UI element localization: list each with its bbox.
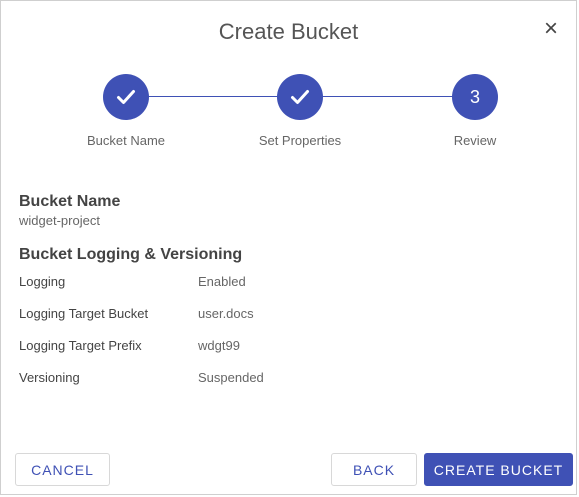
- close-icon[interactable]: ×: [538, 15, 564, 43]
- logging-value: Enabled: [198, 274, 246, 289]
- step-bucket-name[interactable]: Bucket Name: [51, 71, 201, 148]
- logging-target-prefix-label: Logging Target Prefix: [19, 338, 142, 353]
- logging-label: Logging: [19, 274, 66, 289]
- step-label: Review: [453, 133, 497, 148]
- versioning-label: Versioning: [19, 370, 80, 385]
- versioning-value: Suspended: [198, 370, 264, 385]
- step-circle: [277, 74, 323, 120]
- step-number: 3: [452, 74, 498, 120]
- step-label: Set Properties: [258, 133, 342, 148]
- logging-target-bucket-label: Logging Target Bucket: [19, 306, 149, 321]
- logging-target-bucket-value: user.docs: [198, 306, 254, 321]
- back-button[interactable]: BACK: [331, 453, 417, 486]
- logging-versioning-heading: Bucket Logging & Versioning: [19, 246, 243, 263]
- create-bucket-button[interactable]: CREATE BUCKET: [424, 453, 573, 486]
- check-icon: [117, 90, 135, 104]
- step-label: Bucket Name: [86, 133, 166, 148]
- bucket-name-value: widget-project: [19, 213, 100, 228]
- step-circle: [103, 74, 149, 120]
- step-set-properties[interactable]: Set Properties: [225, 71, 375, 148]
- bucket-name-heading: Bucket Name: [19, 193, 121, 210]
- logging-target-prefix-value: wdgt99: [198, 338, 240, 353]
- stepper: Bucket Name Set Properties 3 Review: [1, 71, 576, 161]
- create-bucket-dialog: Create Bucket × Bucket Name Set Properti…: [0, 0, 577, 495]
- step-review[interactable]: 3 Review: [400, 71, 550, 148]
- cancel-button[interactable]: CANCEL: [15, 453, 110, 486]
- dialog-title: Create Bucket: [218, 19, 359, 44]
- check-icon: [291, 90, 309, 104]
